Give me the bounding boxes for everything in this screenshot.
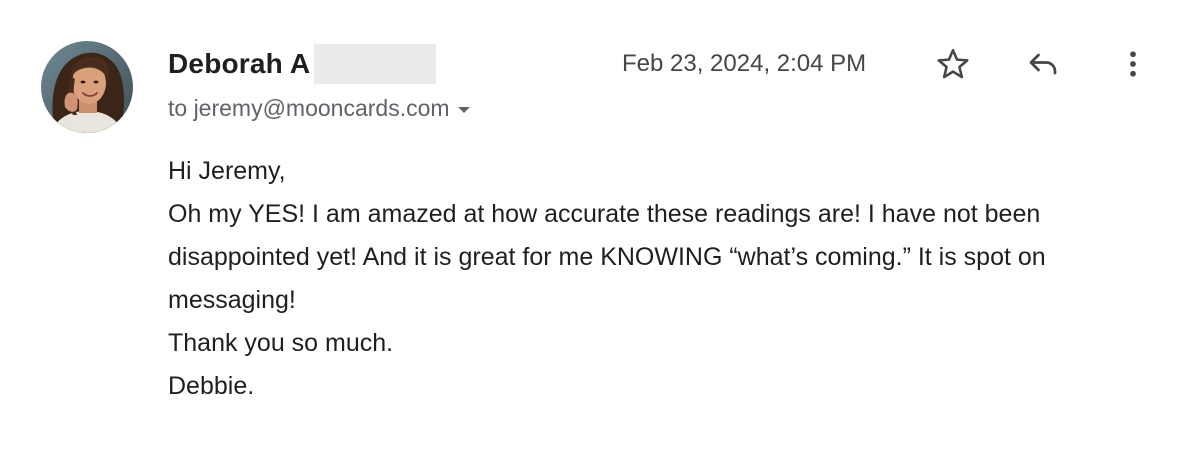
sender-row: Deborah A — [168, 42, 437, 86]
message-paragraph: Oh my YES! I am amazed at how accurate t… — [168, 200, 1046, 314]
more-options-button[interactable] — [1113, 44, 1153, 84]
recipient-row[interactable]: to jeremy@mooncards.com — [168, 91, 470, 125]
avatar-photo — [41, 41, 133, 133]
recipient-text: to jeremy@mooncards.com — [168, 94, 450, 121]
email-timestamp: Feb 23, 2024, 2:04 PM — [622, 50, 867, 77]
email-message: Deborah A to jeremy@mooncards.com Feb 23… — [0, 0, 1200, 452]
sender-name[interactable]: Deborah A — [168, 48, 310, 80]
greeting: Hi Jeremy, — [168, 157, 286, 185]
email-body: Hi Jeremy, Oh my YES! I am amazed at how… — [168, 150, 1158, 408]
reply-button[interactable] — [1023, 44, 1063, 84]
sender-avatar[interactable] — [41, 41, 133, 133]
star-button[interactable] — [933, 44, 973, 84]
chevron-down-icon[interactable] — [457, 107, 470, 113]
more-vert-icon — [1130, 51, 1136, 77]
reply-icon — [1029, 53, 1057, 75]
redaction-box — [314, 44, 437, 84]
thanks-line: Thank you so much. — [168, 329, 394, 357]
signature: Debbie. — [168, 372, 255, 400]
star-icon — [937, 48, 969, 79]
